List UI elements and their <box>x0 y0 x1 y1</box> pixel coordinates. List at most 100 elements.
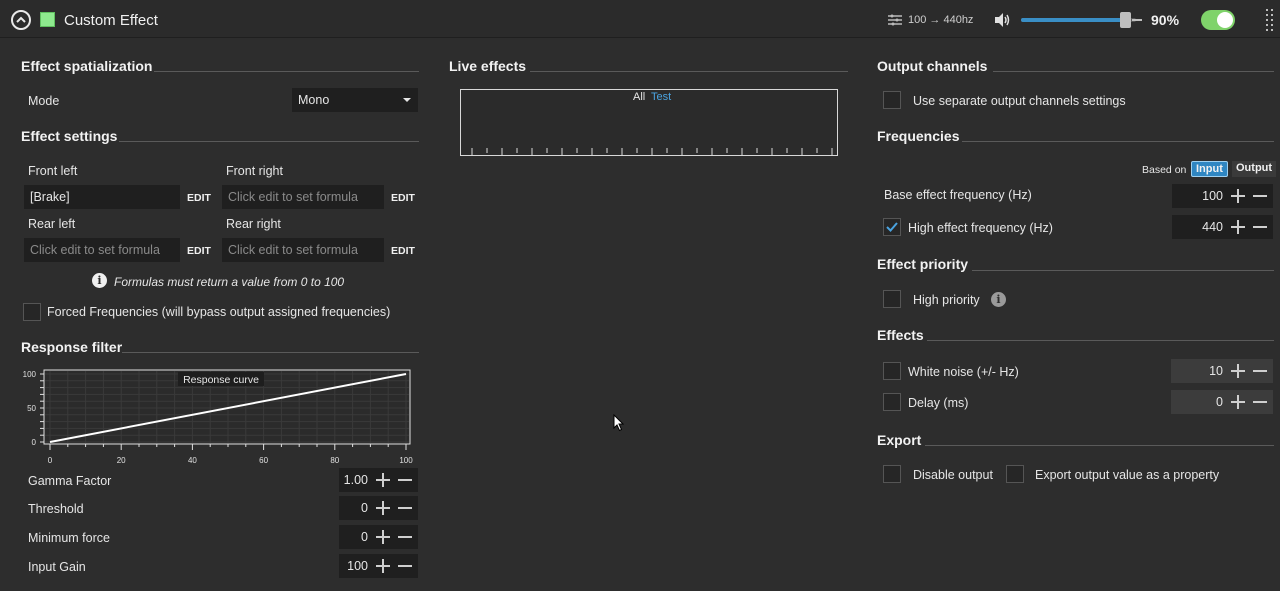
drag-handle-icon[interactable] <box>1266 9 1274 31</box>
threshold-label: Threshold <box>28 502 84 516</box>
rear-left-edit-button[interactable]: EDIT <box>187 245 211 257</box>
front-right-formula[interactable]: Click edit to set formula <box>222 185 384 209</box>
minus-icon[interactable] <box>1253 395 1267 409</box>
mode-select[interactable]: Mono <box>292 88 418 112</box>
delay-value: 0 <box>1216 395 1223 409</box>
white-noise-checkbox[interactable] <box>883 362 901 380</box>
rear-right-formula[interactable]: Click edit to set formula <box>222 238 384 262</box>
section-title-output-channels: Output channels <box>877 58 988 74</box>
section-title-effects: Effects <box>877 327 924 343</box>
minimum-force-value: 0 <box>361 530 368 544</box>
volume-icon[interactable] <box>993 11 1011 29</box>
high-frequency-checkbox[interactable] <box>883 218 901 236</box>
minus-icon[interactable] <box>398 559 412 573</box>
section-title-effect-settings: Effect settings <box>21 128 118 144</box>
y-tick-label: 100 <box>23 370 37 379</box>
y-tick-label: 50 <box>27 404 36 413</box>
front-left-formula[interactable]: [Brake] <box>24 185 180 209</box>
effect-header: Custom Effect 100 → 440hz 90% <box>0 0 1280 38</box>
threshold-value: 0 <box>361 501 368 515</box>
input-gain-input[interactable]: 100 <box>339 554 418 578</box>
x-tick-label: 20 <box>117 456 126 465</box>
based-on-output-tab[interactable]: Output <box>1232 161 1277 177</box>
response-curve-chart: 0 20 40 60 80 100 100 50 0 Response curve <box>23 369 413 465</box>
disable-output-label: Disable output <box>913 468 993 482</box>
minus-icon[interactable] <box>398 530 412 544</box>
collapse-button[interactable] <box>11 10 31 30</box>
plus-icon[interactable] <box>376 530 390 544</box>
chart-x-tick-labels: 0 20 40 60 80 100 <box>48 456 413 465</box>
white-noise-input[interactable]: 10 <box>1171 359 1273 383</box>
plus-icon[interactable] <box>376 559 390 573</box>
delay-checkbox[interactable] <box>883 393 901 411</box>
white-noise-value: 10 <box>1209 364 1223 378</box>
high-frequency-label: High effect frequency (Hz) <box>908 221 1053 235</box>
plus-icon[interactable] <box>1231 364 1245 378</box>
threshold-input[interactable]: 0 <box>339 496 418 520</box>
x-tick-label: 80 <box>330 456 339 465</box>
minus-icon[interactable] <box>1253 220 1267 234</box>
plus-icon[interactable] <box>376 473 390 487</box>
rear-right-edit-button[interactable]: EDIT <box>391 245 415 257</box>
live-tab-test[interactable]: Test <box>651 91 671 103</box>
divider <box>962 141 1274 142</box>
info-icon: i <box>92 273 107 288</box>
based-on-input-tab[interactable]: Input <box>1191 161 1228 177</box>
plus-icon[interactable] <box>376 501 390 515</box>
divider <box>925 445 1274 446</box>
front-left-edit-button[interactable]: EDIT <box>187 192 211 204</box>
minimum-force-input[interactable]: 0 <box>339 525 418 549</box>
effect-color-swatch[interactable] <box>40 12 55 27</box>
divider <box>993 71 1274 72</box>
chevron-up-icon <box>16 16 26 23</box>
minus-icon[interactable] <box>1253 364 1267 378</box>
high-frequency-input[interactable]: 440 <box>1172 215 1273 239</box>
high-frequency-value: 440 <box>1202 220 1223 234</box>
formula-note: Formulas must return a value from 0 to 1… <box>114 275 345 289</box>
divider <box>927 340 1274 341</box>
separate-output-checkbox[interactable] <box>883 91 901 109</box>
gamma-factor-input[interactable]: 1.00 <box>339 468 418 492</box>
y-tick-label: 0 <box>32 438 37 447</box>
high-priority-checkbox[interactable] <box>883 290 901 308</box>
minus-icon[interactable] <box>398 501 412 515</box>
separate-output-label: Use separate output channels settings <box>913 94 1126 108</box>
x-tick-label: 60 <box>259 456 268 465</box>
disable-output-checkbox[interactable] <box>883 465 901 483</box>
volume-slider-thumb[interactable] <box>1120 12 1131 28</box>
plus-icon[interactable] <box>1231 189 1245 203</box>
live-effects-panel: All Test <box>460 89 838 156</box>
info-icon[interactable]: i <box>991 292 1006 307</box>
plus-icon[interactable] <box>1231 395 1245 409</box>
rear-left-formula[interactable]: Click edit to set formula <box>24 238 180 262</box>
divider <box>972 270 1274 271</box>
base-frequency-input[interactable]: 100 <box>1172 184 1273 208</box>
live-effects-timeline <box>471 148 833 155</box>
divider <box>122 352 419 353</box>
live-tab-all[interactable]: All <box>633 91 645 103</box>
front-right-label: Front right <box>226 164 283 178</box>
forced-frequencies-label: Forced Frequencies (will bypass output a… <box>47 305 391 319</box>
x-tick-label: 100 <box>399 456 413 465</box>
forced-frequencies-checkbox[interactable] <box>23 303 41 321</box>
section-title-spatialization: Effect spatialization <box>21 58 153 74</box>
based-on-label: Based on <box>1142 164 1187 176</box>
front-right-edit-button[interactable]: EDIT <box>391 192 415 204</box>
volume-percent: 90% <box>1151 12 1180 28</box>
minus-icon[interactable] <box>398 473 412 487</box>
mode-label: Mode <box>28 94 60 108</box>
x-tick-label: 40 <box>188 456 197 465</box>
export-property-checkbox[interactable] <box>1006 465 1024 483</box>
chart-y-tick-labels: 100 50 0 <box>23 370 37 447</box>
base-frequency-label: Base effect frequency (Hz) <box>884 188 1032 202</box>
chart-title: Response curve <box>183 374 259 386</box>
frequency-range: 100 → 440hz <box>908 14 974 26</box>
chevron-down-icon <box>403 98 411 102</box>
effect-enabled-toggle[interactable] <box>1201 10 1235 30</box>
section-title-effect-priority: Effect priority <box>877 256 969 272</box>
minus-icon[interactable] <box>1253 189 1267 203</box>
plus-icon[interactable] <box>1231 220 1245 234</box>
delay-input[interactable]: 0 <box>1171 390 1273 414</box>
delay-label: Delay (ms) <box>908 396 969 410</box>
volume-slider-fill <box>1021 18 1125 22</box>
